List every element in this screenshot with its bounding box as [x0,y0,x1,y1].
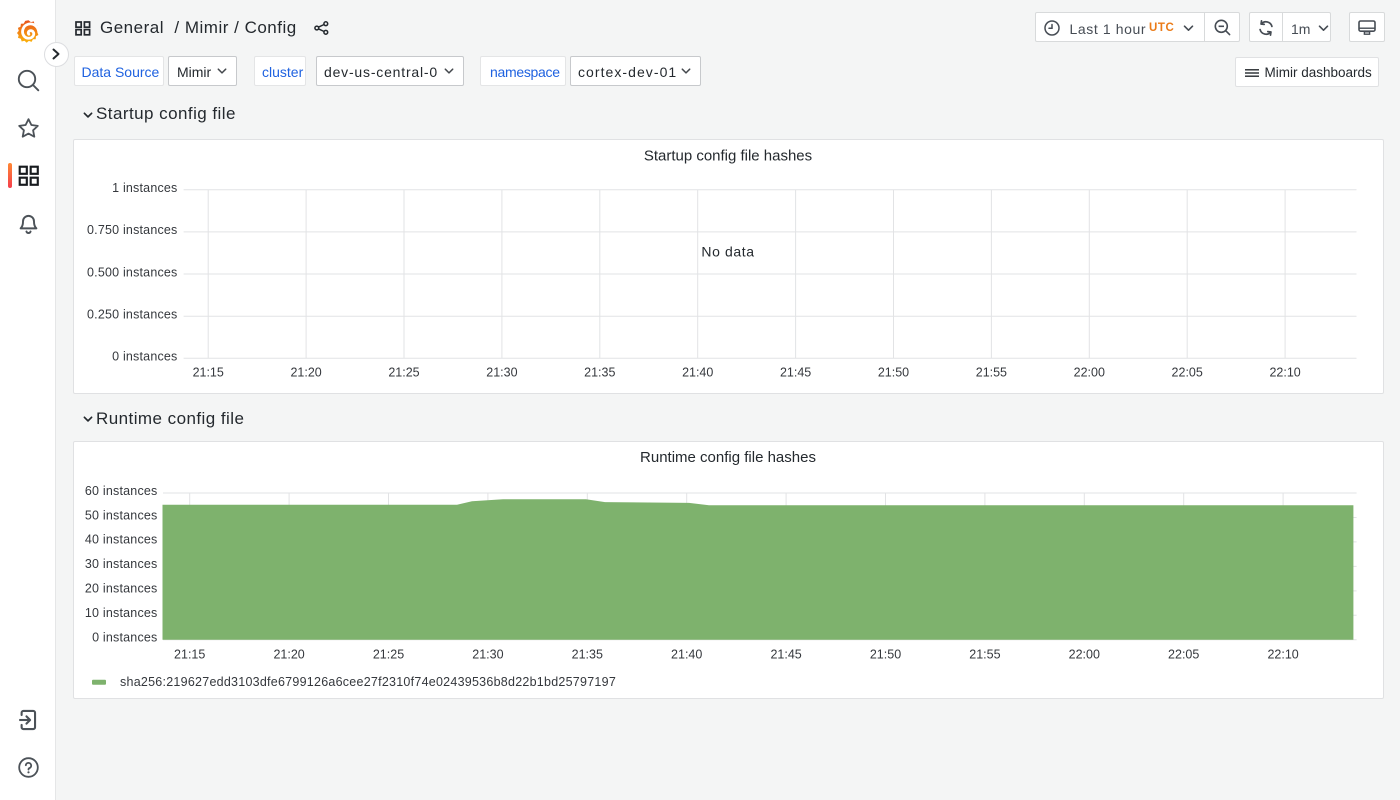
svg-text:21:45: 21:45 [780,365,811,379]
svg-text:10 instances: 10 instances [85,606,158,620]
svg-text:Startup config file hashes: Startup config file hashes [644,147,812,164]
svg-text:21:25: 21:25 [373,647,404,661]
svg-text:21:35: 21:35 [572,647,603,661]
svg-text:Runtime config file hashes: Runtime config file hashes [640,449,816,466]
svg-text:0.250 instances: 0.250 instances [87,307,177,321]
svg-text:21:20: 21:20 [273,647,304,661]
svg-text:21:40: 21:40 [682,365,713,379]
svg-text:21:30: 21:30 [472,647,503,661]
svg-text:22:10: 22:10 [1269,365,1300,379]
svg-text:No data: No data [701,243,754,259]
svg-text:21:15: 21:15 [193,365,224,379]
svg-text:21:55: 21:55 [969,647,1000,661]
svg-text:60 instances: 60 instances [85,484,158,498]
svg-text:sha256:219627edd3103dfe6799126: sha256:219627edd3103dfe6799126a6cee27f23… [120,675,616,689]
svg-text:40 instances: 40 instances [85,533,158,547]
svg-text:0 instances: 0 instances [112,349,177,363]
svg-text:21:35: 21:35 [584,365,615,379]
svg-text:21:25: 21:25 [388,365,419,379]
svg-text:0.500 instances: 0.500 instances [87,265,177,279]
svg-text:22:10: 22:10 [1267,647,1298,661]
svg-text:21:55: 21:55 [976,365,1007,379]
svg-text:21:40: 21:40 [671,647,702,661]
svg-text:22:05: 22:05 [1168,647,1199,661]
svg-text:21:50: 21:50 [870,647,901,661]
svg-text:22:00: 22:00 [1069,647,1100,661]
svg-text:22:00: 22:00 [1074,365,1105,379]
svg-text:1 instances: 1 instances [112,181,177,195]
svg-text:0 instances: 0 instances [92,631,157,645]
svg-text:21:45: 21:45 [770,647,801,661]
svg-text:21:15: 21:15 [174,647,205,661]
svg-text:0.750 instances: 0.750 instances [87,223,177,237]
svg-text:30 instances: 30 instances [85,557,158,571]
svg-text:50 instances: 50 instances [85,508,158,522]
svg-text:21:50: 21:50 [878,365,909,379]
svg-text:21:20: 21:20 [290,365,321,379]
svg-text:22:05: 22:05 [1172,365,1203,379]
svg-text:20 instances: 20 instances [85,582,158,596]
svg-text:21:30: 21:30 [486,365,517,379]
